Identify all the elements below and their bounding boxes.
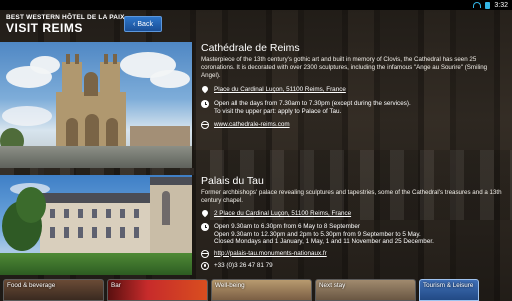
place-title: Palais du Tau (201, 175, 264, 187)
website-row[interactable]: www.cathedrale-reims.com (201, 121, 504, 129)
place-card-cathedral: Cathédrale de Reims Masterpiece of the 1… (0, 42, 512, 168)
tab-bar[interactable]: Bar (107, 279, 208, 301)
opening-hours: Open 9.30am to 6.30pm from 6 May to 8 Se… (214, 223, 434, 245)
address-row[interactable]: Place du Cardinal Luçon, 51100 Reims, Fr… (201, 86, 504, 94)
status-time: 3:32 (494, 1, 508, 9)
place-description: Former archbishops' palace revealing scu… (201, 189, 502, 204)
address-link[interactable]: Place du Cardinal Luçon, 51100 Reims, Fr… (214, 86, 346, 94)
website-row[interactable]: http://palais-tau.monuments-nationaux.fr (201, 249, 504, 258)
cathedral-photo (0, 42, 194, 168)
tab-next-stay[interactable]: Next stay (315, 279, 416, 301)
location-pin-icon (201, 86, 209, 94)
status-bar: 3:32 (0, 0, 512, 10)
address-link[interactable]: 2 Place du Cardinal Luçon, 51100 Reims, … (214, 210, 351, 218)
chevron-left-icon: ‹ (133, 20, 136, 28)
back-button-label: Back (137, 20, 153, 28)
globe-icon (201, 121, 209, 129)
category-tabs: Food & beverage Bar Well-being Next stay… (0, 279, 512, 301)
place-description: Masterpiece of the 13th century's gothic… (201, 56, 488, 79)
phone-row[interactable]: +33 (0)3 26 47 81 79 (201, 261, 504, 270)
palais-info: Palais du Tau Former archbishops' palace… (194, 175, 512, 275)
tab-tourism-leisure[interactable]: Tourism & Leisure (419, 279, 479, 301)
place-card-palais-du-tau: Palais du Tau Former archbishops' palace… (0, 175, 512, 275)
phone-number[interactable]: +33 (0)3 26 47 81 79 (214, 262, 273, 270)
address-row[interactable]: 2 Place du Cardinal Luçon, 51100 Reims, … (201, 210, 504, 218)
page-title: VISIT REIMS (6, 21, 83, 35)
hotel-name: BEST WESTERN HÔTEL DE LA PAIX •••• (6, 14, 137, 21)
phone-icon (201, 261, 209, 270)
website-link[interactable]: http://palais-tau.monuments-nationaux.fr (214, 250, 327, 258)
wifi-icon (473, 2, 482, 8)
place-title: Cathédrale de Reims (201, 42, 300, 54)
palais-photo (0, 175, 194, 275)
battery-icon (485, 1, 491, 9)
clock-icon (201, 223, 209, 231)
hours-row: Open 9.30am to 6.30pm from 6 May to 8 Se… (201, 223, 504, 246)
clock-icon (201, 100, 209, 108)
globe-icon (201, 249, 209, 258)
location-pin-icon (201, 210, 209, 218)
tab-well-being[interactable]: Well-being (211, 279, 312, 301)
website-link[interactable]: www.cathedrale-reims.com (214, 121, 290, 129)
cathedral-info: Cathédrale de Reims Masterpiece of the 1… (194, 42, 512, 168)
hours-row: Open all the days from 7.30am to 7.30pm … (201, 100, 504, 115)
tab-food-beverage[interactable]: Food & beverage (3, 279, 104, 301)
back-button[interactable]: ‹ Back (124, 16, 162, 32)
opening-hours: Open all the days from 7.30am to 7.30pm … (214, 100, 411, 115)
